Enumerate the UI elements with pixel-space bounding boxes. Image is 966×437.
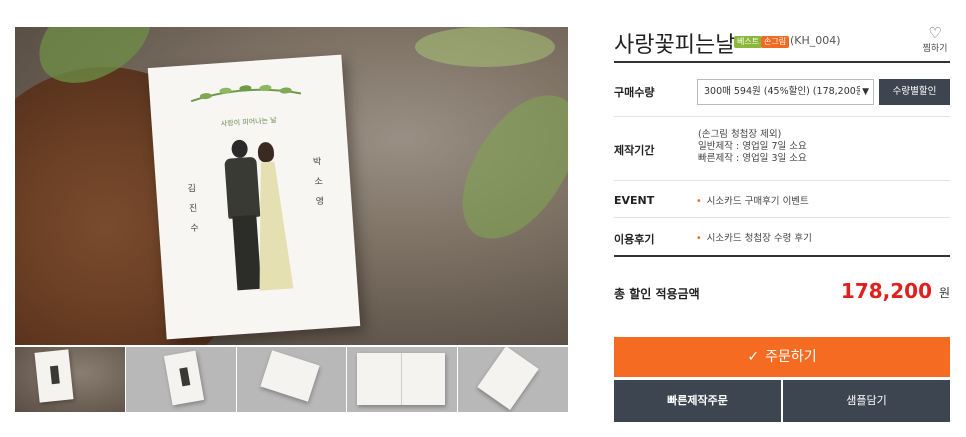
- bullet-icon: •: [696, 196, 702, 207]
- review-label: 이용후기: [614, 233, 655, 246]
- fast-order-button[interactable]: 빠른제작주문: [614, 380, 781, 422]
- total-row: 총 할인 적용금액 178,200 원: [614, 257, 950, 329]
- quantity-select[interactable]: 300매 594원 (45%할인) (178,200원) ▼: [697, 79, 874, 105]
- thumbnail-1[interactable]: [15, 347, 125, 412]
- review-text: 시소카드 청첩장 수령 후기: [706, 233, 812, 244]
- handdrawn-badge: 손그림: [761, 36, 790, 48]
- order-label: 주문하기: [765, 349, 817, 365]
- period-line: 일반제작 : 영업일 7일 소요: [698, 141, 807, 152]
- product-info: 사랑꽃피는날 베스트 손그림 (KH_004) ♡ 찜하기 구매수량 300매 …: [614, 25, 950, 329]
- invitation-card-image: 사랑이 피어나는 날 김 진 수 박 소 영: [147, 54, 361, 340]
- review-link[interactable]: • 시소카드 청첩장 수령 후기: [696, 230, 812, 244]
- leaf-decoration: [445, 75, 568, 259]
- add-sample-button[interactable]: 샘플담기: [783, 380, 950, 422]
- total-label: 총 할인 적용금액: [614, 287, 700, 301]
- heart-icon: ♡: [928, 24, 942, 42]
- period-line: 빠른제작 : 영업일 3일 소요: [698, 153, 807, 164]
- quantity-selected-value: 300매 594원 (45%할인) (178,200원): [704, 86, 869, 97]
- total-unit: 원: [938, 286, 950, 300]
- groom-illustration: [232, 214, 262, 291]
- best-badge: 베스트: [734, 36, 763, 48]
- thumbnail-4[interactable]: [347, 347, 458, 412]
- bride-illustration: [257, 141, 275, 163]
- wishlist-button[interactable]: ♡ 찜하기: [920, 25, 950, 54]
- event-link[interactable]: • 시소카드 구매후기 이벤트: [696, 193, 809, 207]
- secondary-actions: 빠른제작주문 샘플담기: [614, 380, 950, 422]
- chevron-down-icon: ▼: [860, 80, 869, 104]
- product-code: (KH_004): [790, 34, 841, 47]
- card-name-left: 김 진 수: [184, 183, 199, 237]
- thumbnail-3[interactable]: [236, 347, 347, 412]
- order-button[interactable]: ✓ 주문하기: [614, 337, 950, 377]
- period-line: (손그림 청첩장 제외): [698, 129, 782, 140]
- production-period-text: (손그림 청첩장 제외) 일반제작 : 영업일 7일 소요 빠른제작 : 영업일…: [698, 129, 807, 165]
- thumbnail-strip: [15, 347, 568, 412]
- product-title: 사랑꽃피는날: [614, 33, 736, 58]
- quantity-row: 구매수량 300매 594원 (45%할인) (178,200원) ▼ 수량별할…: [614, 63, 950, 117]
- groom-illustration: [224, 156, 261, 219]
- leaf-decoration: [415, 27, 555, 67]
- total-price: 178,200: [840, 279, 932, 303]
- card-title: 사랑이 피어나는 날: [220, 116, 277, 129]
- quantity-label: 구매수량: [614, 86, 655, 99]
- production-period-row: 제작기간 (손그림 청첩장 제외) 일반제작 : 영업일 7일 소요 빠른제작 …: [614, 117, 950, 181]
- quantity-discount-button[interactable]: 수량별할인: [879, 79, 950, 105]
- title-row: 사랑꽃피는날 베스트 손그림 (KH_004) ♡ 찜하기: [614, 25, 950, 63]
- wishlist-label: 찜하기: [922, 44, 948, 54]
- card-name-right: 박 소 영: [310, 156, 324, 210]
- thumbnail-2[interactable]: [125, 347, 236, 412]
- thumbnail-5[interactable]: [458, 347, 568, 412]
- event-row: EVENT • 시소카드 구매후기 이벤트: [614, 181, 950, 218]
- production-period-label: 제작기간: [614, 144, 655, 157]
- event-label: EVENT: [614, 194, 655, 207]
- review-row: 이용후기 • 시소카드 청첩장 수령 후기: [614, 218, 950, 257]
- groom-illustration: [231, 139, 249, 159]
- main-product-image: 사랑이 피어나는 날 김 진 수 박 소 영: [15, 27, 568, 345]
- check-icon: ✓: [747, 349, 760, 365]
- event-text: 시소카드 구매후기 이벤트: [706, 196, 809, 207]
- wreath-icon: [190, 84, 302, 103]
- bullet-icon: •: [696, 233, 702, 244]
